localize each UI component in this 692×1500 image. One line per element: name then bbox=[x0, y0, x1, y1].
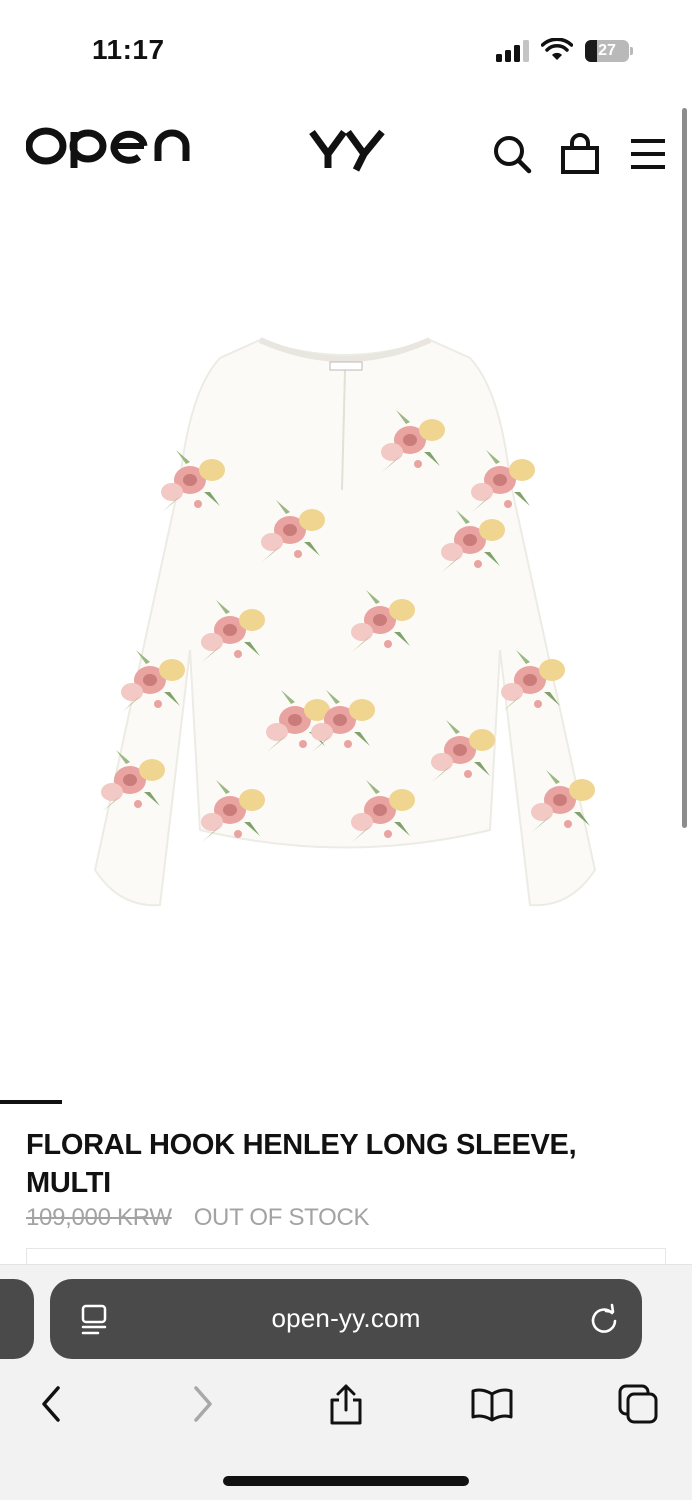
search-icon bbox=[494, 136, 532, 174]
wifi-icon bbox=[541, 38, 573, 60]
shopping-bag-icon bbox=[561, 133, 599, 174]
menu-icon bbox=[631, 139, 665, 169]
address-url: open-yy.com bbox=[271, 1303, 421, 1333]
brand-logo-open-mark bbox=[25, 127, 190, 168]
brand-logo-yy[interactable] bbox=[308, 124, 388, 181]
status-time: 11:17 bbox=[92, 34, 165, 65]
share-button[interactable] bbox=[324, 1382, 368, 1426]
back-icon bbox=[42, 1386, 60, 1422]
forward-icon bbox=[194, 1386, 212, 1422]
battery-level: 27 bbox=[598, 42, 616, 59]
gallery-progress-bar bbox=[0, 1100, 63, 1104]
tabs-button[interactable] bbox=[616, 1382, 660, 1426]
site-header bbox=[0, 110, 692, 200]
stock-status: OUT OF STOCK bbox=[193, 1204, 370, 1231]
bookmarks-button[interactable] bbox=[470, 1382, 514, 1426]
back-button[interactable] bbox=[30, 1382, 74, 1426]
product-image[interactable] bbox=[80, 330, 610, 920]
cart-button[interactable] bbox=[558, 132, 602, 176]
reload-icon[interactable] bbox=[588, 1303, 620, 1335]
status-bar: 11:17 27 bbox=[0, 0, 692, 100]
forward-button[interactable] bbox=[180, 1382, 224, 1426]
previous-tab-pill[interactable] bbox=[0, 1279, 34, 1359]
brand-logo-yy-mark bbox=[309, 129, 385, 172]
price-row: 109,000 KRW OUT OF STOCK bbox=[26, 1204, 370, 1234]
battery-indicator: 27 bbox=[585, 40, 633, 62]
share-icon bbox=[330, 1384, 362, 1425]
original-price: 109,000 KRW bbox=[26, 1204, 172, 1231]
cellular-signal-icon bbox=[496, 40, 529, 62]
bookmarks-icon bbox=[471, 1388, 513, 1422]
home-indicator[interactable] bbox=[223, 1476, 469, 1486]
product-photo-shirt bbox=[93, 337, 597, 907]
scroll-indicator[interactable] bbox=[682, 108, 687, 828]
brand-logo-open[interactable] bbox=[25, 122, 194, 180]
address-bar[interactable]: open-yy.com bbox=[50, 1279, 642, 1359]
menu-button[interactable] bbox=[626, 132, 670, 176]
search-button[interactable] bbox=[490, 132, 534, 176]
tabs-icon bbox=[618, 1384, 658, 1424]
gallery-progress-track bbox=[0, 1100, 692, 1104]
product-title: FLORAL HOOK HENLEY LONG SLEEVE, MULTI bbox=[26, 1129, 577, 1199]
